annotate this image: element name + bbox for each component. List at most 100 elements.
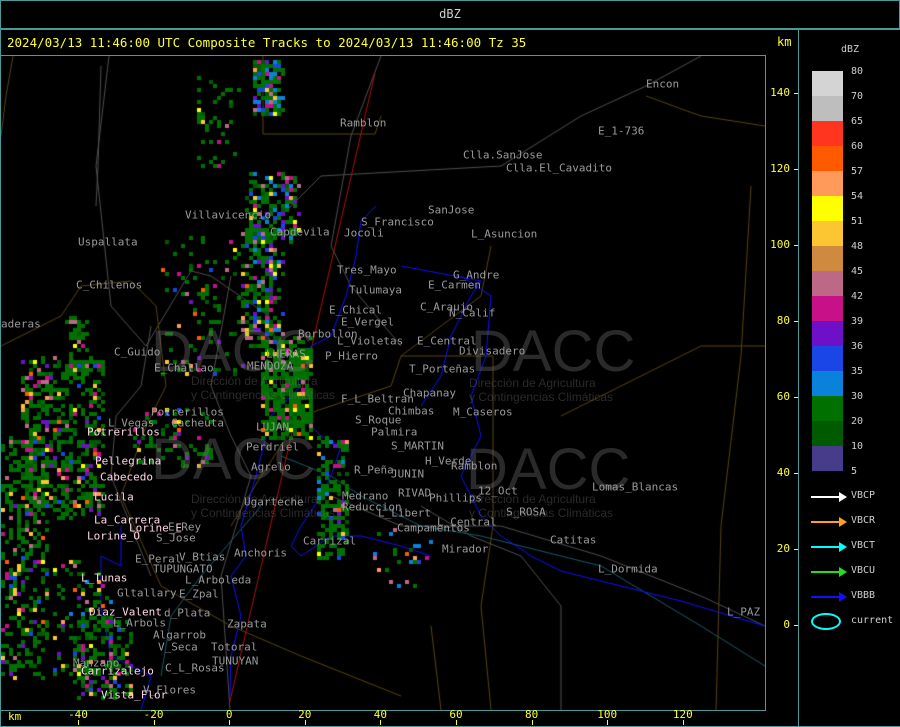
- x-tick: [153, 720, 155, 725]
- map-place-label: V_Seca: [158, 640, 198, 654]
- map-place-label: d_Plata: [164, 606, 211, 620]
- legend-swatch: [812, 96, 843, 121]
- legend-swatch: [812, 271, 843, 296]
- legend-swatch: [812, 321, 843, 346]
- watermark-text: Dirección de Agricultura y Contingencias …: [191, 374, 336, 402]
- x-tick: [456, 720, 457, 725]
- station-label: Carrizalejo: [81, 664, 154, 678]
- map-place-label: Jocoli: [344, 226, 384, 240]
- x-tick: [229, 720, 231, 725]
- station-label: Potrerillos: [87, 425, 160, 439]
- map-place-label: Tres_Mayo: [337, 263, 397, 277]
- legend-label: 39: [851, 316, 864, 327]
- legend-label: 5: [851, 466, 858, 477]
- map-place-label: C_L_Rosas: [165, 661, 225, 675]
- map-place-label: Encon: [646, 77, 680, 91]
- legend-label: 20: [851, 416, 864, 427]
- map-place-label: 12_Oct: [478, 484, 518, 498]
- map-place-label: Carrizal: [303, 534, 356, 548]
- map-place-label: SanJose: [428, 203, 475, 217]
- y-tick-label: 40: [776, 466, 790, 479]
- x-axis-unit: km: [8, 710, 22, 723]
- map-place-label: E_Challao: [154, 361, 214, 375]
- legend-swatch: [812, 146, 843, 171]
- map-place-label: Agrelo: [251, 460, 291, 474]
- y-axis-unit: km: [777, 35, 792, 49]
- station-label: Cabecedo: [100, 470, 153, 484]
- map-place-label: Ramblon: [451, 459, 498, 473]
- map-place-label: L_Dormida: [598, 562, 658, 576]
- map-place-label: P_Hierro: [325, 349, 378, 363]
- legend-panel: dBZ 80 70 65 60 57 54 51 48 45 42 39 36 35 30 20 10 5 VBC…: [798, 29, 900, 727]
- legend-label: 30: [851, 391, 864, 402]
- track-label: VBCR: [851, 515, 876, 526]
- map-place-label: C_Chilenos: [76, 278, 143, 292]
- track-arrow-icon: [811, 542, 847, 552]
- legend-swatch: [812, 296, 843, 321]
- track-arrow-icon: [811, 517, 847, 527]
- legend-swatch: [812, 421, 843, 446]
- legend-swatch: [812, 246, 843, 271]
- map-place-label: Clla.El_Cavadito: [506, 161, 612, 175]
- watermark-logo: DACC: [151, 427, 316, 492]
- legend-swatch: [812, 196, 843, 221]
- legend-swatch: [812, 346, 843, 371]
- map-place-label: L_Arboleda: [185, 573, 252, 587]
- y-tick-label: 80: [776, 314, 790, 327]
- map-place-label: N_Calif: [449, 306, 496, 320]
- x-tick: [304, 720, 306, 725]
- legend-swatch: [812, 371, 843, 396]
- map-place-label: JUNIN: [391, 467, 425, 481]
- y-tick-label: 100: [770, 238, 790, 251]
- map-place-label: Ugarteche: [244, 495, 304, 509]
- track-label: VBBB: [851, 590, 876, 601]
- y-tick-label: 140: [770, 86, 790, 99]
- map-place-label: L_Asuncion: [471, 227, 538, 241]
- station-label: L_Tunas: [81, 571, 128, 585]
- window-title: dBZ: [0, 0, 900, 29]
- map-place-label: S_ROSA: [506, 505, 546, 519]
- station-label: Lorine_O: [87, 529, 140, 543]
- x-tick: [380, 720, 382, 725]
- track-label: VBCP: [851, 490, 876, 501]
- map-place-label: Ramblon: [340, 116, 387, 130]
- map-place-label: S_MARTIN: [391, 439, 444, 453]
- x-tick: [78, 720, 79, 725]
- map-place-label: Catitas: [550, 533, 597, 547]
- legend-title: dBZ: [841, 44, 860, 55]
- y-tick-label: 20: [776, 542, 790, 555]
- map-place-label: L_Violetas: [337, 334, 404, 348]
- legend-swatch: [812, 171, 843, 196]
- map-place-label: E_Carmen: [428, 278, 481, 292]
- legend-label: 10: [851, 441, 864, 452]
- track-label: VBCT: [851, 540, 876, 551]
- map-place-label: T_Porteñas: [409, 362, 476, 376]
- map-place-label: Cacheuta: [171, 416, 224, 430]
- map-place-label: Phillips: [429, 491, 482, 505]
- map-place-label: Perdriel: [246, 440, 299, 454]
- map-place-label: Villavicencio: [185, 208, 272, 222]
- legend-swatch: [812, 71, 843, 96]
- station-label: Vista_Flor: [101, 688, 168, 702]
- map-place-label: aderas: [1, 317, 41, 331]
- map-place-label: Palmira: [371, 425, 418, 439]
- map-place-label: Divisadero: [459, 344, 526, 358]
- map-place-label: Tulumaya: [349, 283, 402, 297]
- map-place-label: Mirador: [442, 542, 489, 556]
- legend-label: 35: [851, 366, 864, 377]
- track-arrow-icon: [811, 492, 847, 502]
- map-place-label: E_1-736: [598, 124, 645, 138]
- current-label: current: [851, 615, 894, 626]
- legend-swatch: [812, 396, 843, 421]
- legend-label: 57: [851, 166, 864, 177]
- map-place-label: Anchoris: [234, 546, 287, 560]
- map-place-label: Capdevila: [270, 225, 330, 239]
- legend-label: 54: [851, 191, 864, 202]
- legend-swatch: [812, 121, 843, 146]
- station-label: Pellegrina: [95, 454, 162, 468]
- legend-label: 36: [851, 341, 864, 352]
- legend-label: 65: [851, 116, 864, 127]
- radar-map[interactable]: DACC DACC DACC DACC Dirección de Agricultura…: [0, 55, 766, 711]
- map-place-label: E_Zpal: [179, 587, 219, 601]
- legend-label: 51: [851, 216, 864, 227]
